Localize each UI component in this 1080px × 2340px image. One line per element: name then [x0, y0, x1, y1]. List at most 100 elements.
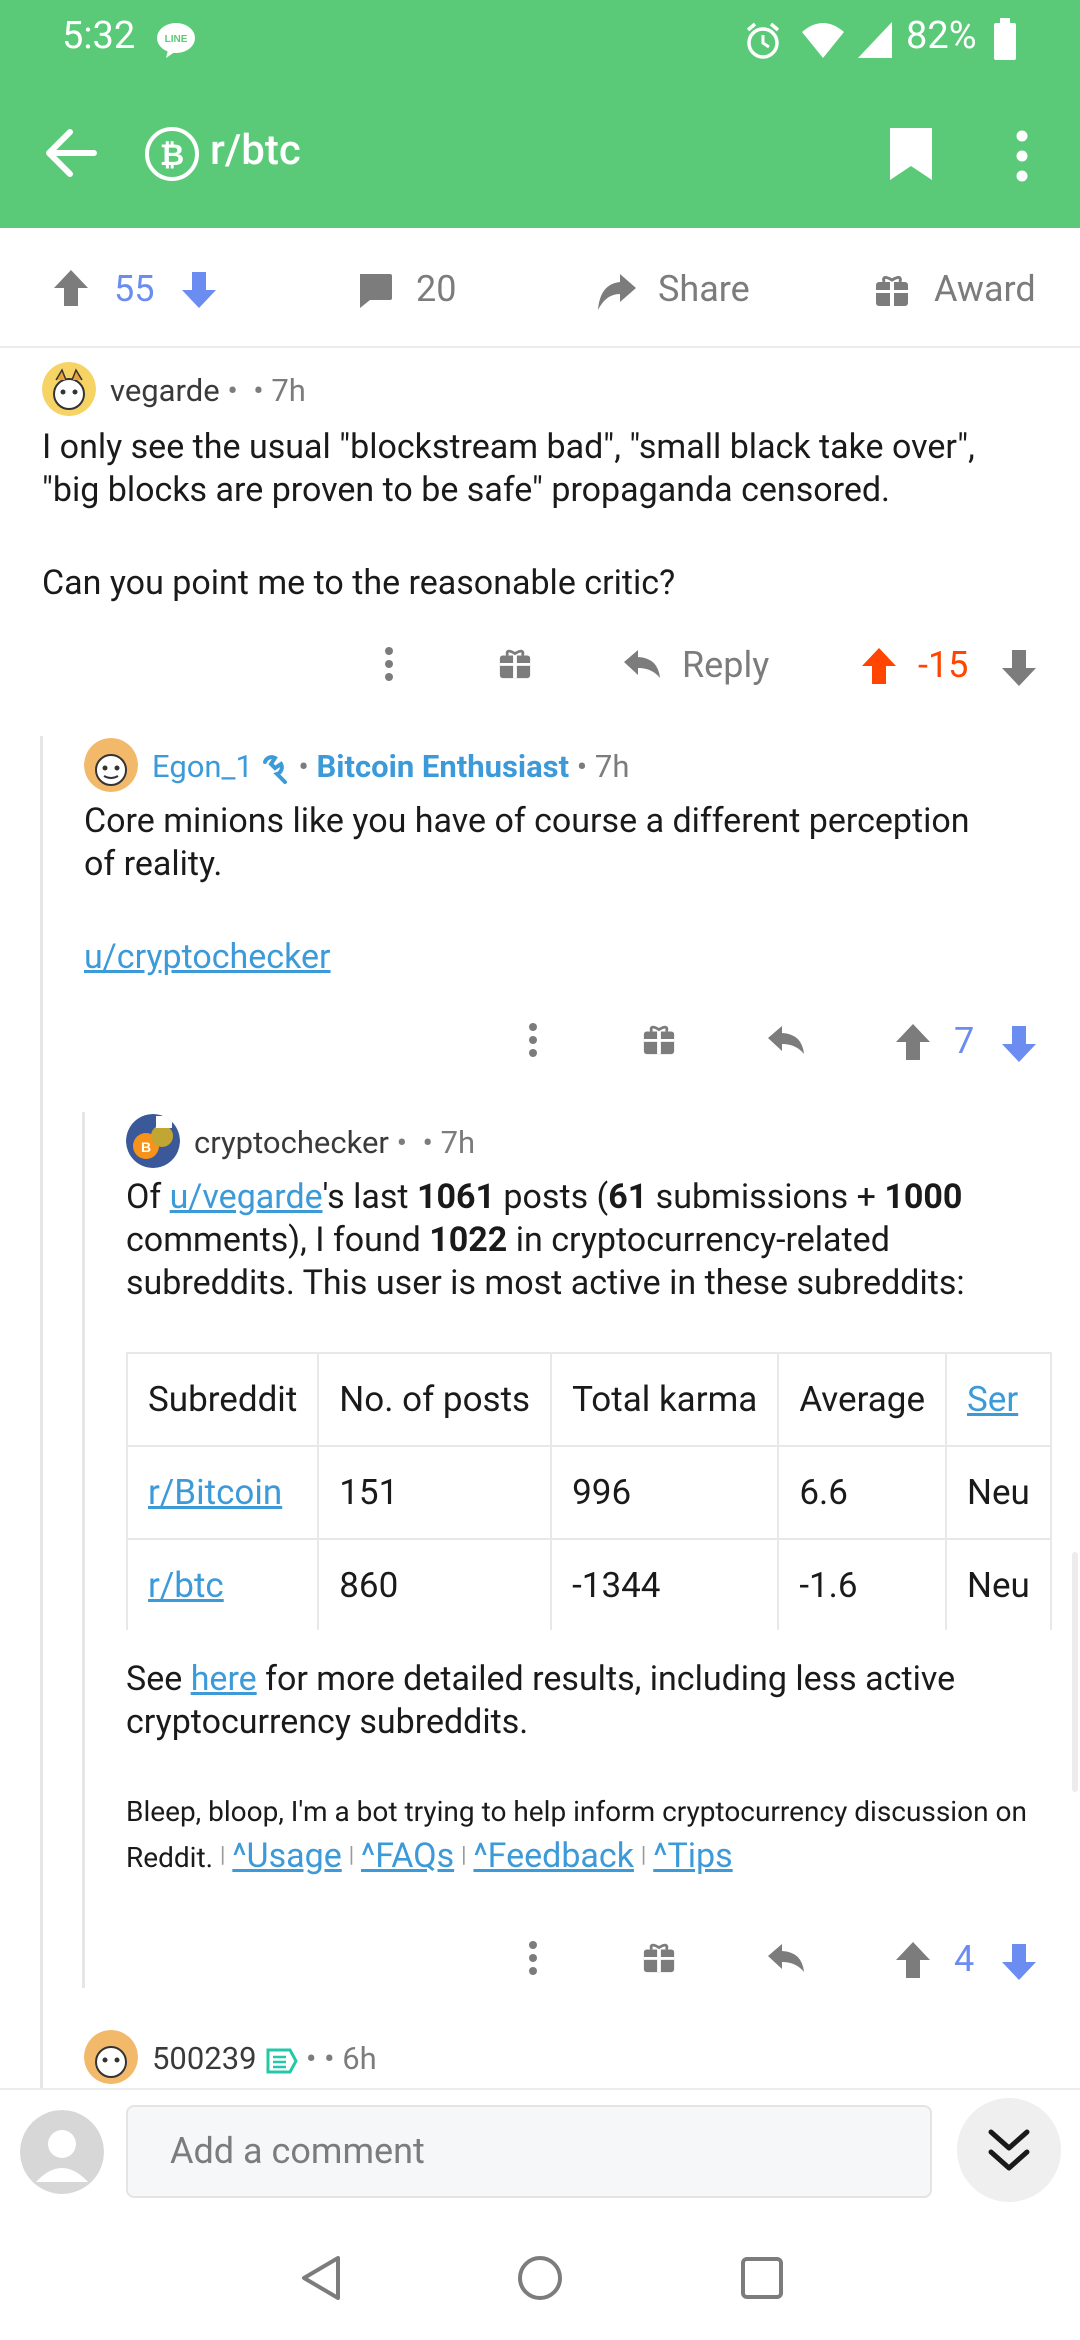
- user-avatar[interactable]: [20, 2110, 104, 2194]
- thread-line: [40, 736, 43, 2088]
- comment-time: 7h: [440, 1124, 476, 1161]
- comment-line: subreddits. This user is most active in …: [126, 1263, 965, 1303]
- comment-meta: Egon_1 • Bitcoin Enthusiast • 7h: [152, 748, 630, 785]
- comment-icon[interactable]: [356, 272, 394, 310]
- upvote-icon[interactable]: [894, 1022, 932, 1062]
- battery-percent: 82%: [906, 14, 977, 58]
- more-icon[interactable]: [382, 646, 396, 682]
- svg-text:LINE: LINE: [165, 34, 188, 45]
- nav-back-icon[interactable]: [298, 2254, 342, 2302]
- footer-line: Bleep, bloop, I'm a bot trying to help i…: [126, 1795, 1027, 1828]
- avatar[interactable]: [42, 362, 96, 416]
- comment-time: 6h: [342, 2040, 377, 2077]
- table-header[interactable]: Ser: [945, 1352, 1052, 1447]
- subreddit-table-container[interactable]: Subreddit No. of posts Total karma Avera…: [126, 1352, 1060, 1630]
- comment-line: Core minions like you have of course a d…: [84, 801, 970, 841]
- comment-line: See here for more detailed results, incl…: [126, 1659, 956, 1699]
- more-options-icon[interactable]: [1012, 128, 1032, 184]
- table-row: r/Bitcoin 151 996 6.6 Neu: [126, 1445, 1052, 1540]
- comment-score: 7: [954, 1020, 975, 1062]
- award-icon[interactable]: [642, 1022, 676, 1056]
- double-chevron-down-icon: [987, 2126, 1031, 2174]
- subreddit-title[interactable]: r/btc: [210, 126, 301, 175]
- table-cell: -1.6: [777, 1538, 948, 1630]
- user-link[interactable]: u/cryptochecker: [84, 936, 331, 979]
- table-row: r/btc 860 -1344 -1.6 Neu: [126, 1538, 1052, 1630]
- svg-text:₿: ₿: [160, 139, 184, 172]
- avatar[interactable]: B: [126, 1114, 180, 1168]
- thread-line: [82, 1112, 85, 1988]
- comment-line: Can you point me to the reasonable criti…: [42, 563, 676, 603]
- here-link[interactable]: here: [191, 1659, 257, 1699]
- comment-author[interactable]: cryptochecker: [194, 1124, 389, 1161]
- faqs-link[interactable]: ^FAQs: [361, 1836, 454, 1876]
- user-link[interactable]: u/vegarde: [170, 1177, 323, 1217]
- battery-icon: [994, 18, 1016, 60]
- tips-link[interactable]: ^Tips: [653, 1836, 732, 1876]
- table-cell: 996: [550, 1445, 780, 1540]
- upvote-icon[interactable]: [894, 1940, 932, 1980]
- alarm-icon: [744, 22, 782, 60]
- avatar[interactable]: [84, 738, 138, 792]
- table-cell: 6.6: [777, 1445, 948, 1540]
- bookmark-icon[interactable]: [888, 126, 934, 182]
- flair-icon: [264, 2046, 298, 2076]
- more-icon[interactable]: [526, 1940, 540, 1976]
- comment-author[interactable]: Egon_1: [152, 748, 253, 785]
- reply-button[interactable]: Reply: [682, 644, 769, 686]
- comment-author[interactable]: vegarde: [110, 372, 220, 409]
- share-button[interactable]: Share: [658, 268, 750, 310]
- table-cell[interactable]: r/Bitcoin: [126, 1445, 320, 1540]
- table-header: Total karma: [550, 1352, 780, 1447]
- award-icon[interactable]: [642, 1940, 676, 1974]
- downvote-icon[interactable]: [180, 270, 218, 310]
- bitcoin-icon: ₿: [144, 126, 200, 182]
- award-button[interactable]: Award: [934, 268, 1036, 310]
- comment-line: Of u/vegarde's last 1061 posts (61 submi…: [126, 1177, 963, 1217]
- comment-count[interactable]: 20: [416, 268, 456, 310]
- back-icon[interactable]: [44, 128, 98, 178]
- comment-time: 7h: [594, 748, 630, 785]
- table-cell[interactable]: r/btc: [126, 1538, 320, 1630]
- next-comment-button[interactable]: [957, 2098, 1061, 2202]
- bot-footer: Bleep, bloop, I'm a bot trying to help i…: [126, 1790, 1076, 1880]
- upvote-icon[interactable]: [52, 268, 90, 308]
- usage-link[interactable]: ^Usage: [232, 1836, 341, 1876]
- award-icon[interactable]: [874, 272, 910, 308]
- table-cell: Neu: [945, 1445, 1052, 1540]
- feedback-link[interactable]: ^Feedback: [473, 1836, 634, 1876]
- nav-home-icon[interactable]: [516, 2254, 564, 2302]
- reply-icon[interactable]: [622, 648, 662, 680]
- upvote-icon[interactable]: [860, 646, 898, 686]
- share-icon[interactable]: [596, 272, 638, 312]
- post-score: 55: [114, 268, 155, 310]
- table-header: Subreddit: [126, 1352, 320, 1447]
- reply-icon[interactable]: [766, 1942, 806, 1974]
- comment-body: Of u/vegarde's last 1061 posts (61 submi…: [126, 1176, 1076, 1305]
- reply-icon[interactable]: [766, 1024, 806, 1056]
- downvote-icon[interactable]: [1000, 1024, 1038, 1064]
- status-time: 5:32: [62, 14, 136, 58]
- table-header: Average: [777, 1352, 948, 1447]
- downvote-icon[interactable]: [1000, 648, 1038, 688]
- table-cell: Neu: [945, 1538, 1052, 1630]
- comment-line: "big blocks are proven to be safe" propa…: [42, 470, 891, 510]
- comment-line: comments), I found 1022 in cryptocurrenc…: [126, 1220, 890, 1260]
- avatar[interactable]: [84, 2030, 138, 2084]
- comment-time: 7h: [271, 372, 306, 409]
- comment-score: 4: [954, 1938, 975, 1980]
- comment-meta: vegarde • • 7h: [110, 372, 306, 409]
- add-comment-input[interactable]: Add a comment: [126, 2105, 932, 2198]
- comment-author[interactable]: 500239: [152, 2040, 257, 2077]
- downvote-icon[interactable]: [1000, 1942, 1038, 1982]
- nav-recents-icon[interactable]: [740, 2256, 784, 2300]
- award-icon[interactable]: [498, 646, 532, 680]
- wrench-icon: [261, 754, 291, 784]
- table-header-row: Subreddit No. of posts Total karma Avera…: [126, 1352, 1052, 1447]
- wifi-icon: [800, 22, 846, 60]
- comment-body: I only see the usual "blockstream bad", …: [42, 426, 1072, 605]
- more-icon[interactable]: [526, 1022, 540, 1058]
- post-action-row: [0, 228, 1080, 348]
- table-header: No. of posts: [317, 1352, 553, 1447]
- table-cell: 860: [317, 1538, 553, 1630]
